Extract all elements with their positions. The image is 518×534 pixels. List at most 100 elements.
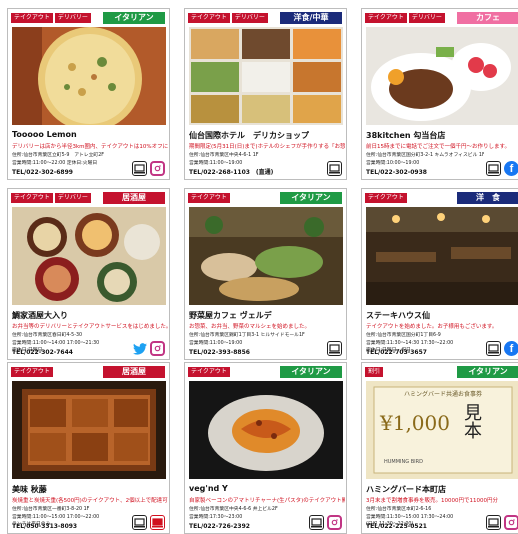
phone-number: TEL/022-302-7644 [12, 349, 73, 356]
category-badge: 居酒屋 [103, 366, 165, 378]
restaurant-name: 美味 秋藤 [12, 485, 47, 494]
restaurant-description: 期間限定(5月31日(日)まで)ホテルのシェフが手作りする「お惣菜」販売中。 [189, 144, 345, 150]
web-icon[interactable] [327, 341, 342, 356]
web-icon[interactable] [486, 515, 501, 530]
web-red-icon[interactable] [150, 515, 165, 530]
restaurant-description: デリバリーは店から半径3km圏内、テイクアウトは10%オフに。 [12, 144, 168, 150]
restaurant-description: 前日15時までに電話でご注文で一個千円〜お作りします。 [366, 144, 510, 150]
restaurant-card[interactable]: テイクアウト デリバリー カフェ 38kitchen 勾当台店 前日15時までに電… [361, 8, 518, 180]
hours-text: 営業時間:11:00〜19:00 [189, 340, 243, 346]
restaurant-description: お惣菜、お弁当、野菜のマルシェを始めました。 [189, 324, 311, 330]
category-badge: イタリアン [280, 192, 342, 204]
restaurant-name: 38kitchen 勾当台店 [366, 131, 446, 140]
address-text: 住所:仙台市青葉区立町5-9 アトレ立町2F [12, 153, 105, 158]
takeout-tag: テイクアウト [365, 193, 407, 203]
restaurant-name: Tooooo Lemon [12, 130, 77, 139]
voucher-header: ハミングバード共通お食事券 [403, 391, 482, 398]
web-icon[interactable] [486, 161, 501, 176]
hours-text: 営業時間:11:30〜14:30 17:30〜22:00 [366, 340, 454, 346]
phone-number: TEL/022-302-0938 [366, 169, 427, 176]
category-badge: 洋食/中華 [280, 12, 342, 24]
web-icon[interactable] [132, 515, 147, 530]
address-text: 住所:仙台市青葉区一番町3-8-20 1F [12, 507, 90, 512]
takeout-tag: テイクアウト [188, 13, 230, 23]
restaurant-name: 仙台国際ホテル デリカショップ [189, 131, 309, 140]
web-icon[interactable] [327, 161, 342, 176]
category-badge: 洋 食 [457, 192, 518, 204]
twitter-icon[interactable] [132, 341, 147, 356]
restaurant-card[interactable]: テイクアウト イタリアン 野菜屋カフェ ヴェルデ お惣菜、お弁当、野菜のマルシェ… [184, 188, 347, 360]
restaurant-card[interactable]: テイクアウト 洋 食 ステーキハウス仙 テイクアウトを始めました。お子様用もござ… [361, 188, 518, 360]
restaurant-photo [189, 381, 343, 479]
address-text: 住所:仙台市青葉区錦町1丁目3-1 ヒルサイドモール1F [189, 333, 305, 338]
restaurant-info: 住所:仙台市青葉区中央4-6-1 1F 営業時間:11:00〜19:00 [189, 152, 259, 167]
restaurant-photo [12, 27, 166, 125]
hours-text: 営業時間:11:30〜15:00 17:30〜24:00 [366, 514, 454, 520]
phone-number: TEL/022-726-2392 [189, 523, 250, 530]
address-text: 住所:仙台市青葉区国分町1丁目6-9 [366, 333, 441, 338]
category-badge: イタリアン [103, 12, 165, 24]
hours-text: 営業時間:11:00〜15:00 17:00〜22:00 [12, 514, 100, 520]
takeout-tag: テイクアウト [188, 367, 230, 377]
category-badge: イタリアン [457, 366, 518, 378]
phone-number: TEL/022-225-0521 [366, 523, 427, 530]
takeout-tag: テイクアウト [188, 193, 230, 203]
voucher-sample-mark: 見本 [461, 403, 482, 439]
restaurant-name: veg'nd Y [189, 484, 228, 493]
phone-number: TEL/022-302-6899 [12, 169, 73, 176]
restaurant-name: ハミングバード本町店 [366, 485, 446, 494]
restaurant-card[interactable]: テイクアウト イタリアン veg'nd Y 自家製ベーコンのアマトリチャーナ(生… [184, 362, 347, 534]
voucher-amount: ¥1,000 [380, 411, 450, 435]
takeout-tag: テイクアウト [11, 367, 53, 377]
restaurant-name: 野菜屋カフェ ヴェルデ [189, 311, 272, 320]
address-text: 住所:仙台市青葉区中央4-6-1 1F [189, 153, 259, 158]
delivery-tag: デリバリー [54, 193, 91, 203]
restaurant-photo: ハミングバード共通お食事券 ¥1,000 見本 HUMMING BIRD [366, 381, 518, 479]
restaurant-card[interactable]: テイクアウト 居酒屋 美味 秋藤 炭焼重と炭焼天重(各500円)のテイクアウト、… [7, 362, 170, 534]
restaurant-name: ステーキハウス仙 [366, 311, 430, 320]
address-text: 住所:仙台市青葉区本町2-6-16 [366, 507, 432, 512]
restaurant-card[interactable]: テイクアウト デリバリー イタリアン Tooooo Lemon デリバリーは店から… [7, 8, 170, 180]
restaurant-card[interactable]: テイクアウト デリバリー 居酒屋 鯛家酒屋大入り お弁当等のデリバリーとテイクアウ… [7, 188, 170, 360]
phone-number: TEL/022-393-8856 [189, 349, 250, 356]
restaurant-description: お弁当等のデリバリーとテイクアウトサービスをはじめました。 [12, 324, 168, 330]
discount-tag: 割引 [365, 367, 384, 377]
restaurant-name: 鯛家酒屋大入り [12, 311, 68, 320]
phone-number: TEL/050-3313-8093 [12, 523, 78, 530]
address-text: 住所:仙台市青葉区中央4-6-6 井上ビル2F [189, 507, 278, 512]
instagram-icon[interactable] [150, 161, 165, 176]
restaurant-card[interactable]: 割引 イタリアン ハミングバード共通お食事券 ¥1,000 見本 HUMMING… [361, 362, 518, 534]
hours-text: 営業時間:11:00〜19:00 [189, 160, 243, 166]
restaurant-card[interactable]: テイクアウト デリバリー 洋食/中華 仙台国際ホテル デリカショップ 期間限定(5… [184, 8, 347, 180]
facebook-icon[interactable]: f [504, 161, 518, 176]
facebook-icon[interactable]: f [504, 341, 518, 356]
instagram-icon[interactable] [327, 515, 342, 530]
phone-number: TEL/022-268-1103 (直通) [189, 169, 274, 176]
hours-text: 営業時間:11:00〜22:00 定休日:火曜日 [12, 160, 98, 166]
category-badge: 居酒屋 [103, 192, 165, 204]
delivery-tag: デリバリー [231, 13, 268, 23]
phone-number: TEL/022-703-3657 [366, 349, 427, 356]
hours-text: 営業時間:11:00〜14:00 17:00〜21:30 [12, 340, 100, 346]
instagram-icon[interactable] [504, 515, 518, 530]
restaurant-description: 炭焼重と炭焼天重(各500円)のテイクアウト、2個以上で配達可能です！ [12, 498, 168, 504]
hours-text: 営業時間:10:00〜19:00 [366, 160, 420, 166]
address-text: 住所:仙台市青葉区国分町3-2-1 キムラオフィスビル 1F [366, 153, 484, 158]
restaurant-grid: テイクアウト デリバリー イタリアン Tooooo Lemon デリバリーは店から… [0, 0, 518, 534]
restaurant-description: テイクアウトを始めました。お子様用もございます。 [366, 324, 498, 330]
restaurant-photo [189, 27, 343, 125]
takeout-tag: テイクアウト [11, 193, 53, 203]
restaurant-photo [12, 381, 166, 479]
instagram-icon[interactable] [150, 341, 165, 356]
web-icon[interactable] [309, 515, 324, 530]
category-badge: カフェ [457, 12, 518, 24]
takeout-tag: テイクアウト [11, 13, 53, 23]
takeout-tag: テイクアウト [365, 13, 407, 23]
restaurant-info: 住所:仙台市青葉区国分町3-2-1 キムラオフィスビル 1F 営業時間:10:00… [366, 152, 484, 167]
restaurant-description: 自家製ベーコンのアマトリチャーナ(生パスタ)のテイクアウト開始 [189, 498, 345, 504]
restaurant-info: 住所:仙台市青葉区中央4-6-6 井上ビル2F 営業時間:17:30〜23:00 [189, 506, 278, 521]
delivery-tag: デリバリー [408, 13, 445, 23]
voucher-brand: HUMMING BIRD [384, 459, 423, 465]
web-icon[interactable] [486, 341, 501, 356]
web-icon[interactable] [132, 161, 147, 176]
